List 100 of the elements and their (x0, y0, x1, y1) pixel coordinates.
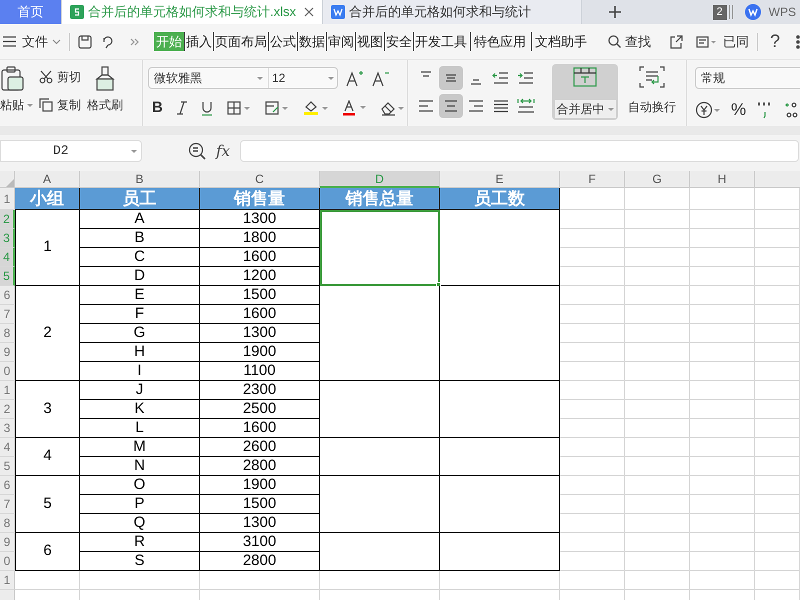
table-cell[interactable] (625, 305, 690, 324)
column-header[interactable]: H (690, 171, 755, 188)
table-cell[interactable] (755, 552, 800, 571)
table-cell[interactable] (625, 400, 690, 419)
table-cell[interactable] (560, 188, 625, 210)
currency-icon[interactable] (695, 100, 721, 119)
merged-cell[interactable] (320, 533, 440, 571)
table-cell[interactable] (320, 571, 440, 590)
file-tab[interactable]: 合并后的单元格如何求和与统计 (323, 0, 582, 24)
search-button[interactable]: 查找 (608, 32, 651, 52)
ribbon-tab[interactable]: 特色应用 (470, 32, 529, 52)
cell-style-icon[interactable] (264, 101, 289, 116)
table-cell[interactable] (690, 267, 755, 286)
table-cell[interactable] (755, 362, 800, 381)
row-header[interactable]: 8 (0, 324, 15, 343)
table-cell[interactable] (625, 533, 690, 552)
row-header[interactable]: 2 (0, 400, 15, 419)
bold-button[interactable]: B (152, 97, 163, 120)
font-color-icon[interactable] (342, 100, 367, 116)
ribbon-tab[interactable]: 公式 (268, 32, 297, 52)
table-cell[interactable] (560, 514, 625, 533)
table-cell[interactable] (560, 552, 625, 571)
table-cell[interactable] (80, 571, 200, 590)
row-header[interactable]: 3 (0, 419, 15, 438)
table-cell[interactable] (690, 305, 755, 324)
table-cell[interactable] (560, 533, 625, 552)
table-cell[interactable] (755, 457, 800, 476)
chevron-down-icon[interactable] (52, 38, 61, 44)
merged-cell[interactable] (320, 438, 440, 476)
table-cell[interactable] (625, 552, 690, 571)
file-tab[interactable]: 首页 (0, 0, 62, 24)
table-cell[interactable] (560, 495, 625, 514)
dropdown-caret-icon[interactable] (606, 106, 614, 112)
dropdown-caret-icon[interactable] (26, 102, 33, 108)
zoom-icon[interactable] (188, 142, 206, 160)
table-cell[interactable] (625, 248, 690, 267)
table-cell[interactable] (625, 286, 690, 305)
more-icon[interactable] (796, 34, 800, 48)
row-header[interactable]: 7 (0, 495, 15, 514)
merged-cell[interactable] (440, 533, 560, 571)
row-header[interactable]: 7 (0, 305, 15, 324)
wrap-text-button[interactable]: 自动换行 (624, 66, 680, 116)
table-cell[interactable] (755, 438, 800, 457)
table-cell[interactable] (200, 571, 320, 590)
table-cell[interactable] (690, 495, 755, 514)
table-cell[interactable] (560, 457, 625, 476)
more-chevrons-icon[interactable] (130, 38, 140, 46)
table-cell[interactable] (625, 324, 690, 343)
name-box[interactable]: D2 (0, 140, 142, 162)
plus-icon[interactable] (608, 5, 622, 19)
table-cell[interactable] (755, 229, 800, 248)
row-header[interactable]: 6 (0, 286, 15, 305)
table-cell[interactable] (755, 188, 800, 210)
share-icon[interactable] (668, 34, 683, 48)
table-cell[interactable] (755, 476, 800, 495)
merged-cell[interactable] (440, 286, 560, 381)
table-cell[interactable] (625, 229, 690, 248)
column-header[interactable]: G (625, 171, 690, 188)
select-all-corner[interactable] (0, 171, 15, 188)
table-cell[interactable] (625, 495, 690, 514)
row-header[interactable]: 4 (0, 438, 15, 457)
copy-button[interactable]: 复制 (39, 96, 81, 114)
align-middle-icon[interactable] (439, 66, 463, 90)
table-cell[interactable] (625, 210, 690, 229)
table-cell[interactable] (625, 381, 690, 400)
row-header[interactable]: 8 (0, 514, 15, 533)
row-header[interactable]: 6 (0, 476, 15, 495)
table-cell[interactable] (625, 514, 690, 533)
increase-font-icon[interactable] (346, 69, 364, 87)
cut-button[interactable]: 剪切 (39, 68, 81, 86)
table-cell[interactable] (690, 514, 755, 533)
table-cell[interactable] (690, 533, 755, 552)
table-cell[interactable] (755, 419, 800, 438)
table-cell[interactable] (560, 286, 625, 305)
italic-icon[interactable] (176, 101, 187, 116)
table-cell[interactable] (755, 495, 800, 514)
table-cell[interactable] (755, 571, 800, 590)
table-cell[interactable] (560, 476, 625, 495)
table-cell[interactable] (625, 343, 690, 362)
table-cell[interactable] (560, 343, 625, 362)
app-logo-icon[interactable] (744, 4, 761, 20)
table-cell[interactable] (755, 305, 800, 324)
table-cell[interactable] (690, 571, 755, 590)
table-cell[interactable] (625, 362, 690, 381)
table-cell[interactable] (690, 362, 755, 381)
table-cell[interactable] (560, 305, 625, 324)
table-cell[interactable] (690, 248, 755, 267)
table-cell[interactable] (560, 438, 625, 457)
table-cell[interactable] (690, 457, 755, 476)
table-cell[interactable] (755, 324, 800, 343)
formula-input-field[interactable] (240, 140, 799, 162)
table-cell[interactable] (625, 571, 690, 590)
table-cell[interactable] (625, 476, 690, 495)
table-cell[interactable] (625, 457, 690, 476)
ribbon-tab[interactable]: 安全 (384, 32, 413, 52)
column-header[interactable]: F (560, 171, 625, 188)
row-header[interactable]: 0 (0, 552, 15, 571)
row-header[interactable]: 0 (0, 362, 15, 381)
table-cell[interactable] (690, 400, 755, 419)
table-cell[interactable] (690, 188, 755, 210)
